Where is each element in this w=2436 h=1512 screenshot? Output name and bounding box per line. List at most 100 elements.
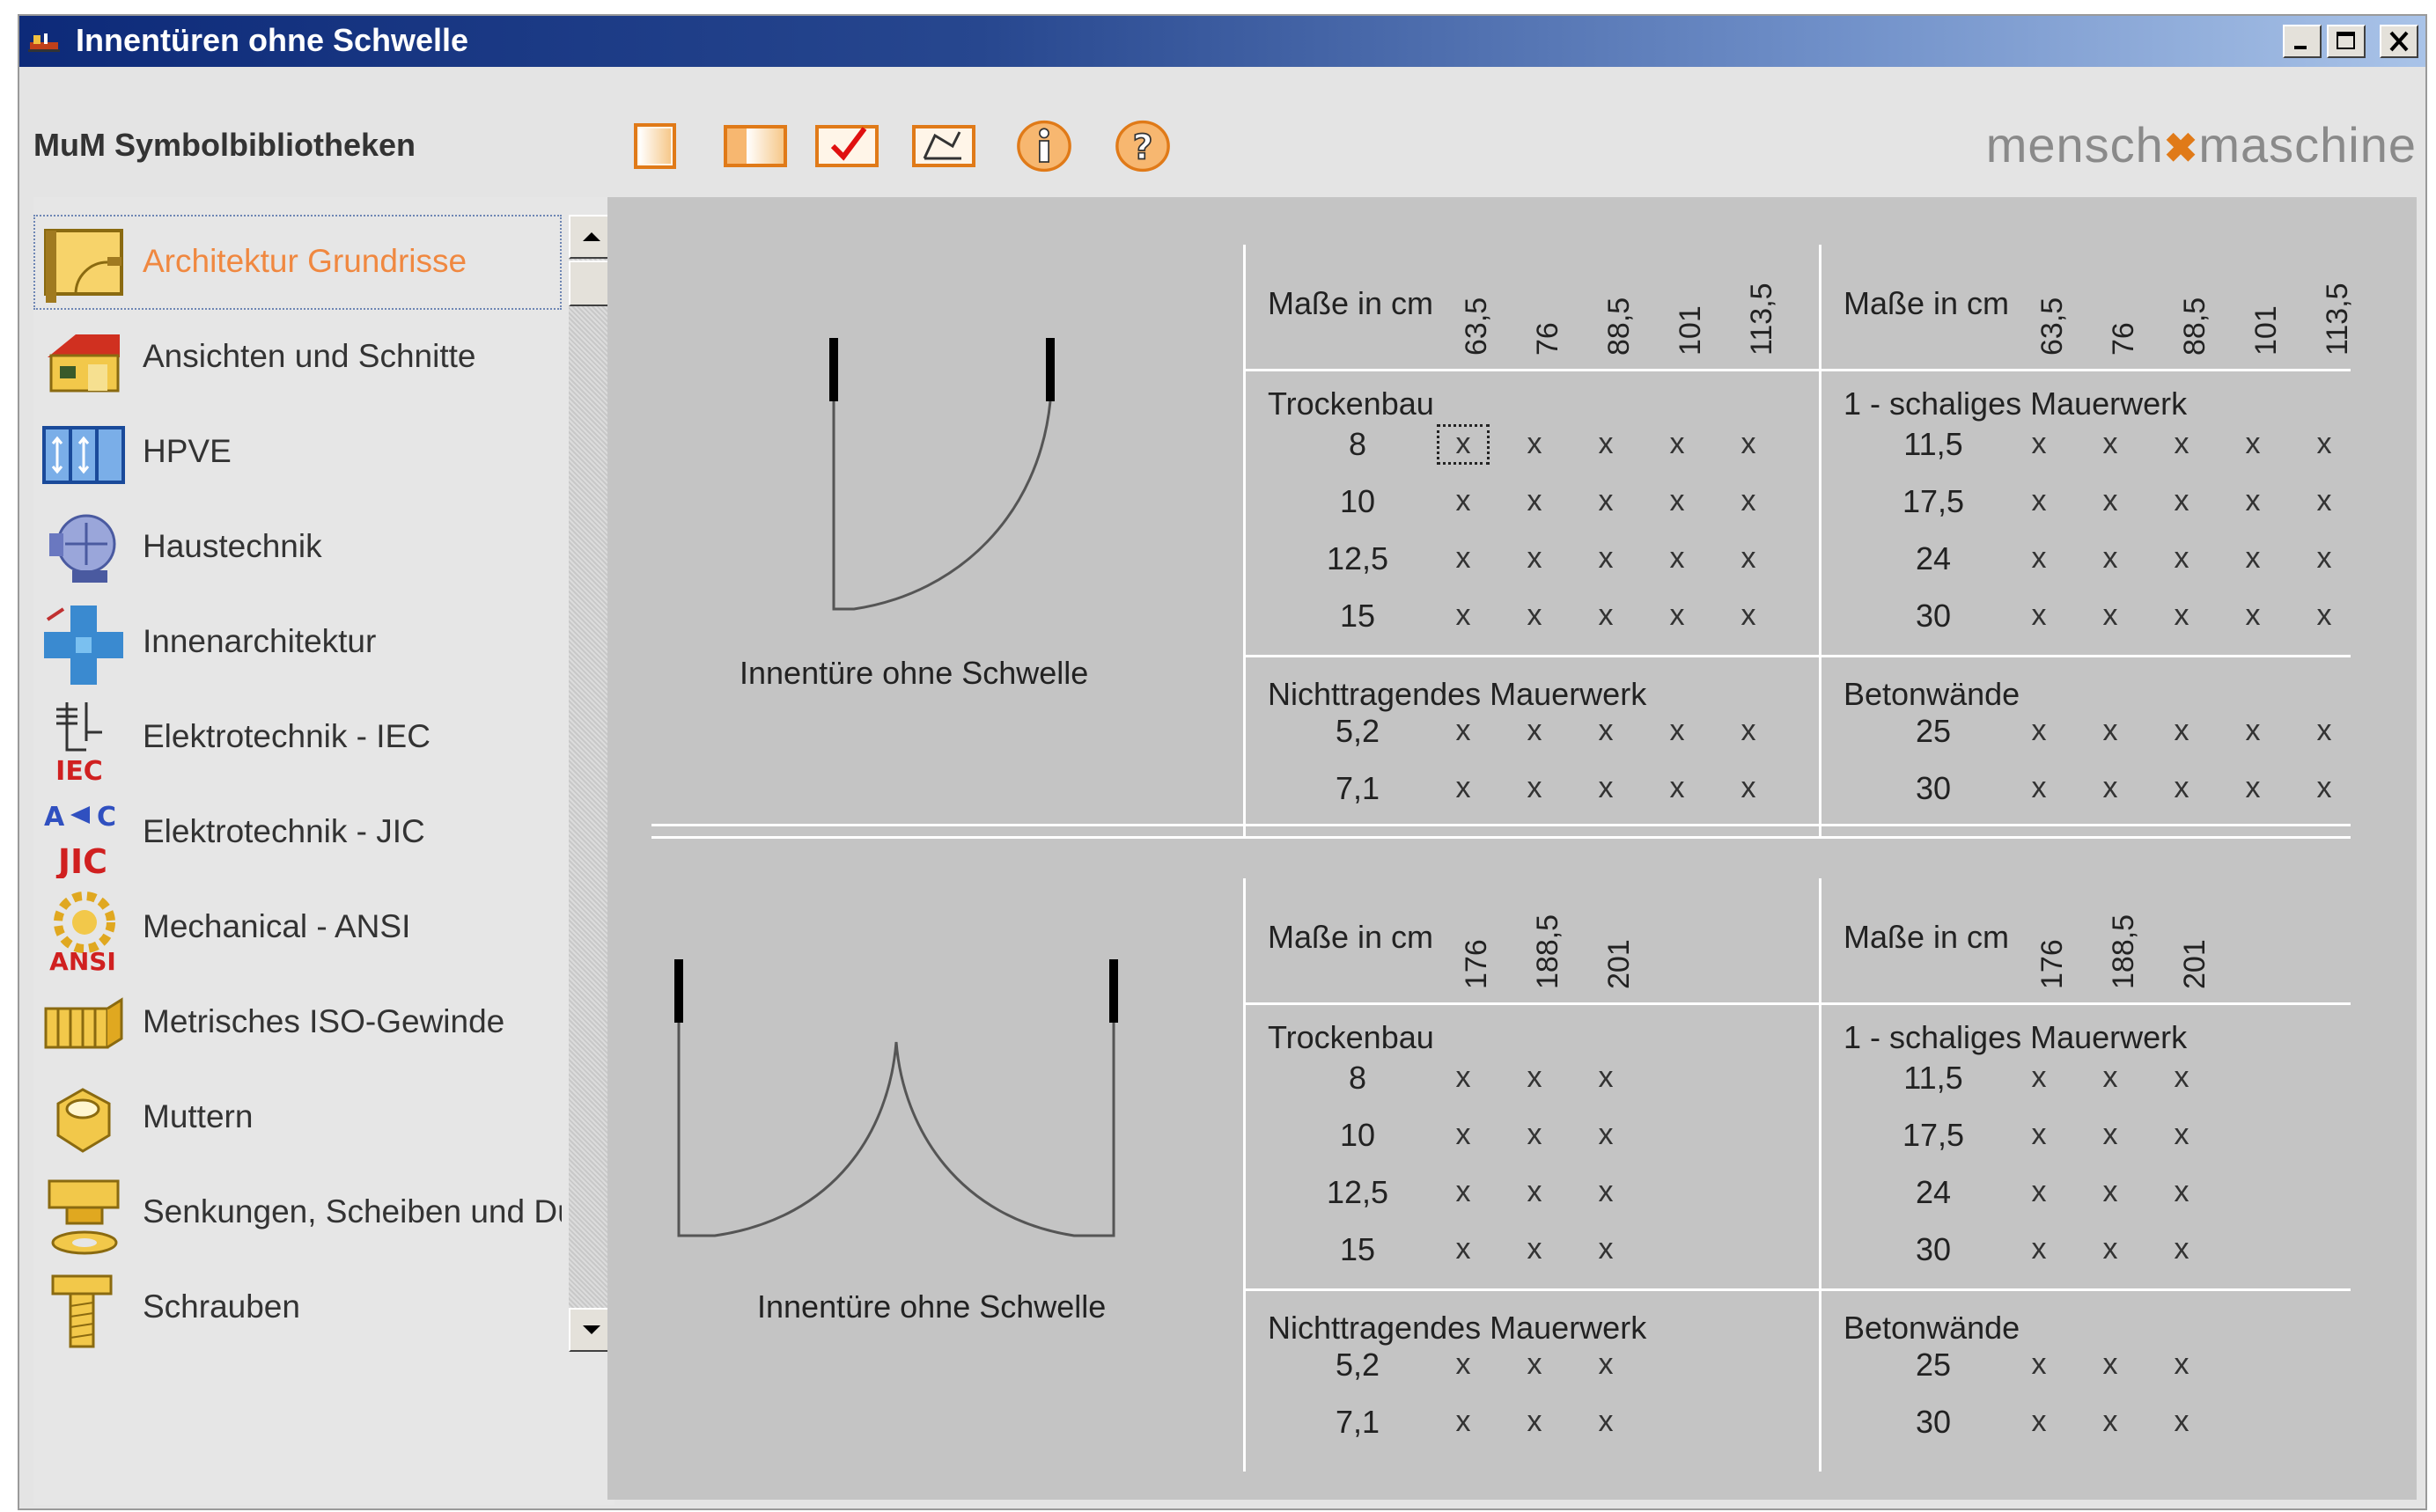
symbol-cell[interactable]: x [2013,1172,2065,1213]
symbol-cell[interactable]: x [2013,596,2065,636]
open-panel-icon[interactable] [720,120,791,172]
symbol-cell[interactable]: x [2013,1345,2065,1385]
symbol-cell[interactable]: x [2013,1229,2065,1270]
symbol-cell[interactable]: x [2013,1115,2065,1156]
symbol-cell[interactable]: x [1579,1345,1632,1385]
symbol-cell[interactable]: x [1508,1058,1561,1098]
sidebar-item-washer[interactable]: Senkungen, Scheiben und Du [33,1165,562,1260]
sidebar-item-jic[interactable]: A C JIC Elektrotechnik - JIC [33,785,562,881]
symbol-cell[interactable]: x [1508,1115,1561,1156]
symbol-cell[interactable]: x [2084,711,2137,752]
symbol-cell[interactable]: x [2155,1058,2208,1098]
symbol-cell[interactable]: x [1722,481,1775,522]
checkmark-icon[interactable] [812,120,882,172]
symbol-cell[interactable]: x [1722,424,1775,465]
symbol-cell[interactable]: x [2084,768,2137,809]
symbol-cell[interactable]: x [2084,1058,2137,1098]
symbol-cell[interactable]: x [2084,1115,2137,1156]
symbol-cell[interactable]: x [2226,711,2279,752]
symbol-cell[interactable]: x [1508,711,1561,752]
symbol-cell[interactable]: x [1651,711,1704,752]
symbol-cell[interactable]: x [1437,1402,1490,1442]
symbol-cell[interactable]: x [2298,768,2351,809]
symbol-cell[interactable]: x [1437,1229,1490,1270]
symbol-cell[interactable]: x [2298,596,2351,636]
sidebar-item-hpve[interactable]: HPVE [33,405,562,500]
symbol-cell[interactable]: x [2155,1229,2208,1270]
symbol-cell[interactable]: x [1722,768,1775,809]
help-icon[interactable]: ? [1109,120,1176,172]
sidebar-item-floorplan[interactable]: Architektur Grundrisse [33,215,562,310]
symbol-cell[interactable]: x [2084,1229,2137,1270]
symbol-cell[interactable]: x [2298,711,2351,752]
symbol-cell[interactable]: x [1579,424,1632,465]
sidebar-item-nut[interactable]: Muttern [33,1070,562,1165]
symbol-cell[interactable]: x [1437,1172,1490,1213]
blank-page-icon[interactable] [630,120,680,172]
symbol-cell[interactable]: x [1579,1115,1632,1156]
symbol-cell[interactable]: x [2226,424,2279,465]
symbol-cell[interactable]: x [2226,481,2279,522]
symbol-cell[interactable]: x [2155,768,2208,809]
symbol-cell[interactable]: x [2155,539,2208,579]
symbol-cell[interactable]: x [1579,711,1632,752]
symbol-cell[interactable]: x [1579,1402,1632,1442]
symbol-cell[interactable]: x [2226,596,2279,636]
symbol-cell[interactable]: x [1579,1229,1632,1270]
symbol-cell[interactable]: x [2155,1345,2208,1385]
sidebar-item-screw[interactable]: Schrauben [33,1260,562,1355]
symbol-cell[interactable]: x [2013,424,2065,465]
symbol-cell[interactable]: x [1437,481,1490,522]
insert-symbol-icon[interactable] [909,120,979,172]
symbol-cell[interactable]: x [1579,539,1632,579]
symbol-cell[interactable]: x [2155,481,2208,522]
symbol-cell[interactable]: x [1508,1229,1561,1270]
symbol-cell[interactable]: x [2298,539,2351,579]
symbol-cell[interactable]: x [1437,768,1490,809]
symbol-cell[interactable]: x [2298,481,2351,522]
symbol-cell[interactable]: x [2084,1172,2137,1213]
symbol-cell[interactable]: x [2298,424,2351,465]
symbol-cell[interactable]: x [2013,711,2065,752]
symbol-cell[interactable]: x [1651,768,1704,809]
symbol-cell[interactable]: x [2155,711,2208,752]
symbol-cell[interactable]: x [1651,596,1704,636]
symbol-cell[interactable]: x [1437,1115,1490,1156]
symbol-cell[interactable]: x [1437,1058,1490,1098]
symbol-cell[interactable]: x [1508,481,1561,522]
symbol-cell[interactable]: x [1579,481,1632,522]
symbol-cell[interactable]: x [1508,1172,1561,1213]
symbol-cell[interactable]: x [2013,1058,2065,1098]
sidebar-item-interior[interactable]: Innenarchitektur [33,595,562,690]
symbol-cell[interactable]: x [2013,1402,2065,1442]
symbol-cell[interactable]: x [1437,711,1490,752]
symbol-cell[interactable]: x [2155,424,2208,465]
symbol-cell[interactable]: x [1579,1058,1632,1098]
symbol-cell[interactable]: x [2084,1345,2137,1385]
symbol-cell[interactable]: x [2155,1172,2208,1213]
symbol-cell[interactable]: x [1508,1345,1561,1385]
symbol-cell[interactable]: x [1579,1172,1632,1213]
symbol-cell[interactable]: x [2013,539,2065,579]
double-door-symbol[interactable] [660,954,1118,1244]
symbol-cell[interactable]: x [2155,596,2208,636]
sidebar-item-thread[interactable]: Metrisches ISO-Gewinde [33,975,562,1070]
symbol-cell[interactable]: x [2226,539,2279,579]
symbol-cell[interactable]: x [1651,539,1704,579]
symbol-cell[interactable]: x [1437,596,1490,636]
symbol-cell[interactable]: x [1651,424,1704,465]
symbol-cell[interactable]: x [2084,1402,2137,1442]
symbol-cell[interactable]: x [1722,711,1775,752]
symbol-cell[interactable]: x [2084,424,2137,465]
symbol-cell[interactable]: x [2226,768,2279,809]
sidebar-item-hvac[interactable]: Haustechnik [33,500,562,595]
symbol-cell[interactable]: x [2013,481,2065,522]
symbol-cell[interactable]: x [1437,424,1490,465]
symbol-cell[interactable]: x [1508,596,1561,636]
sidebar-item-gear-ansi[interactable]: ANSI Mechanical - ANSI [33,880,562,976]
title-bar[interactable]: Innentüren ohne Schwelle [19,16,2425,67]
symbol-cell[interactable]: x [1722,596,1775,636]
close-button[interactable] [2380,25,2418,58]
sidebar-item-house[interactable]: Ansichten und Schnitte [33,310,562,405]
symbol-cell[interactable]: x [1651,481,1704,522]
